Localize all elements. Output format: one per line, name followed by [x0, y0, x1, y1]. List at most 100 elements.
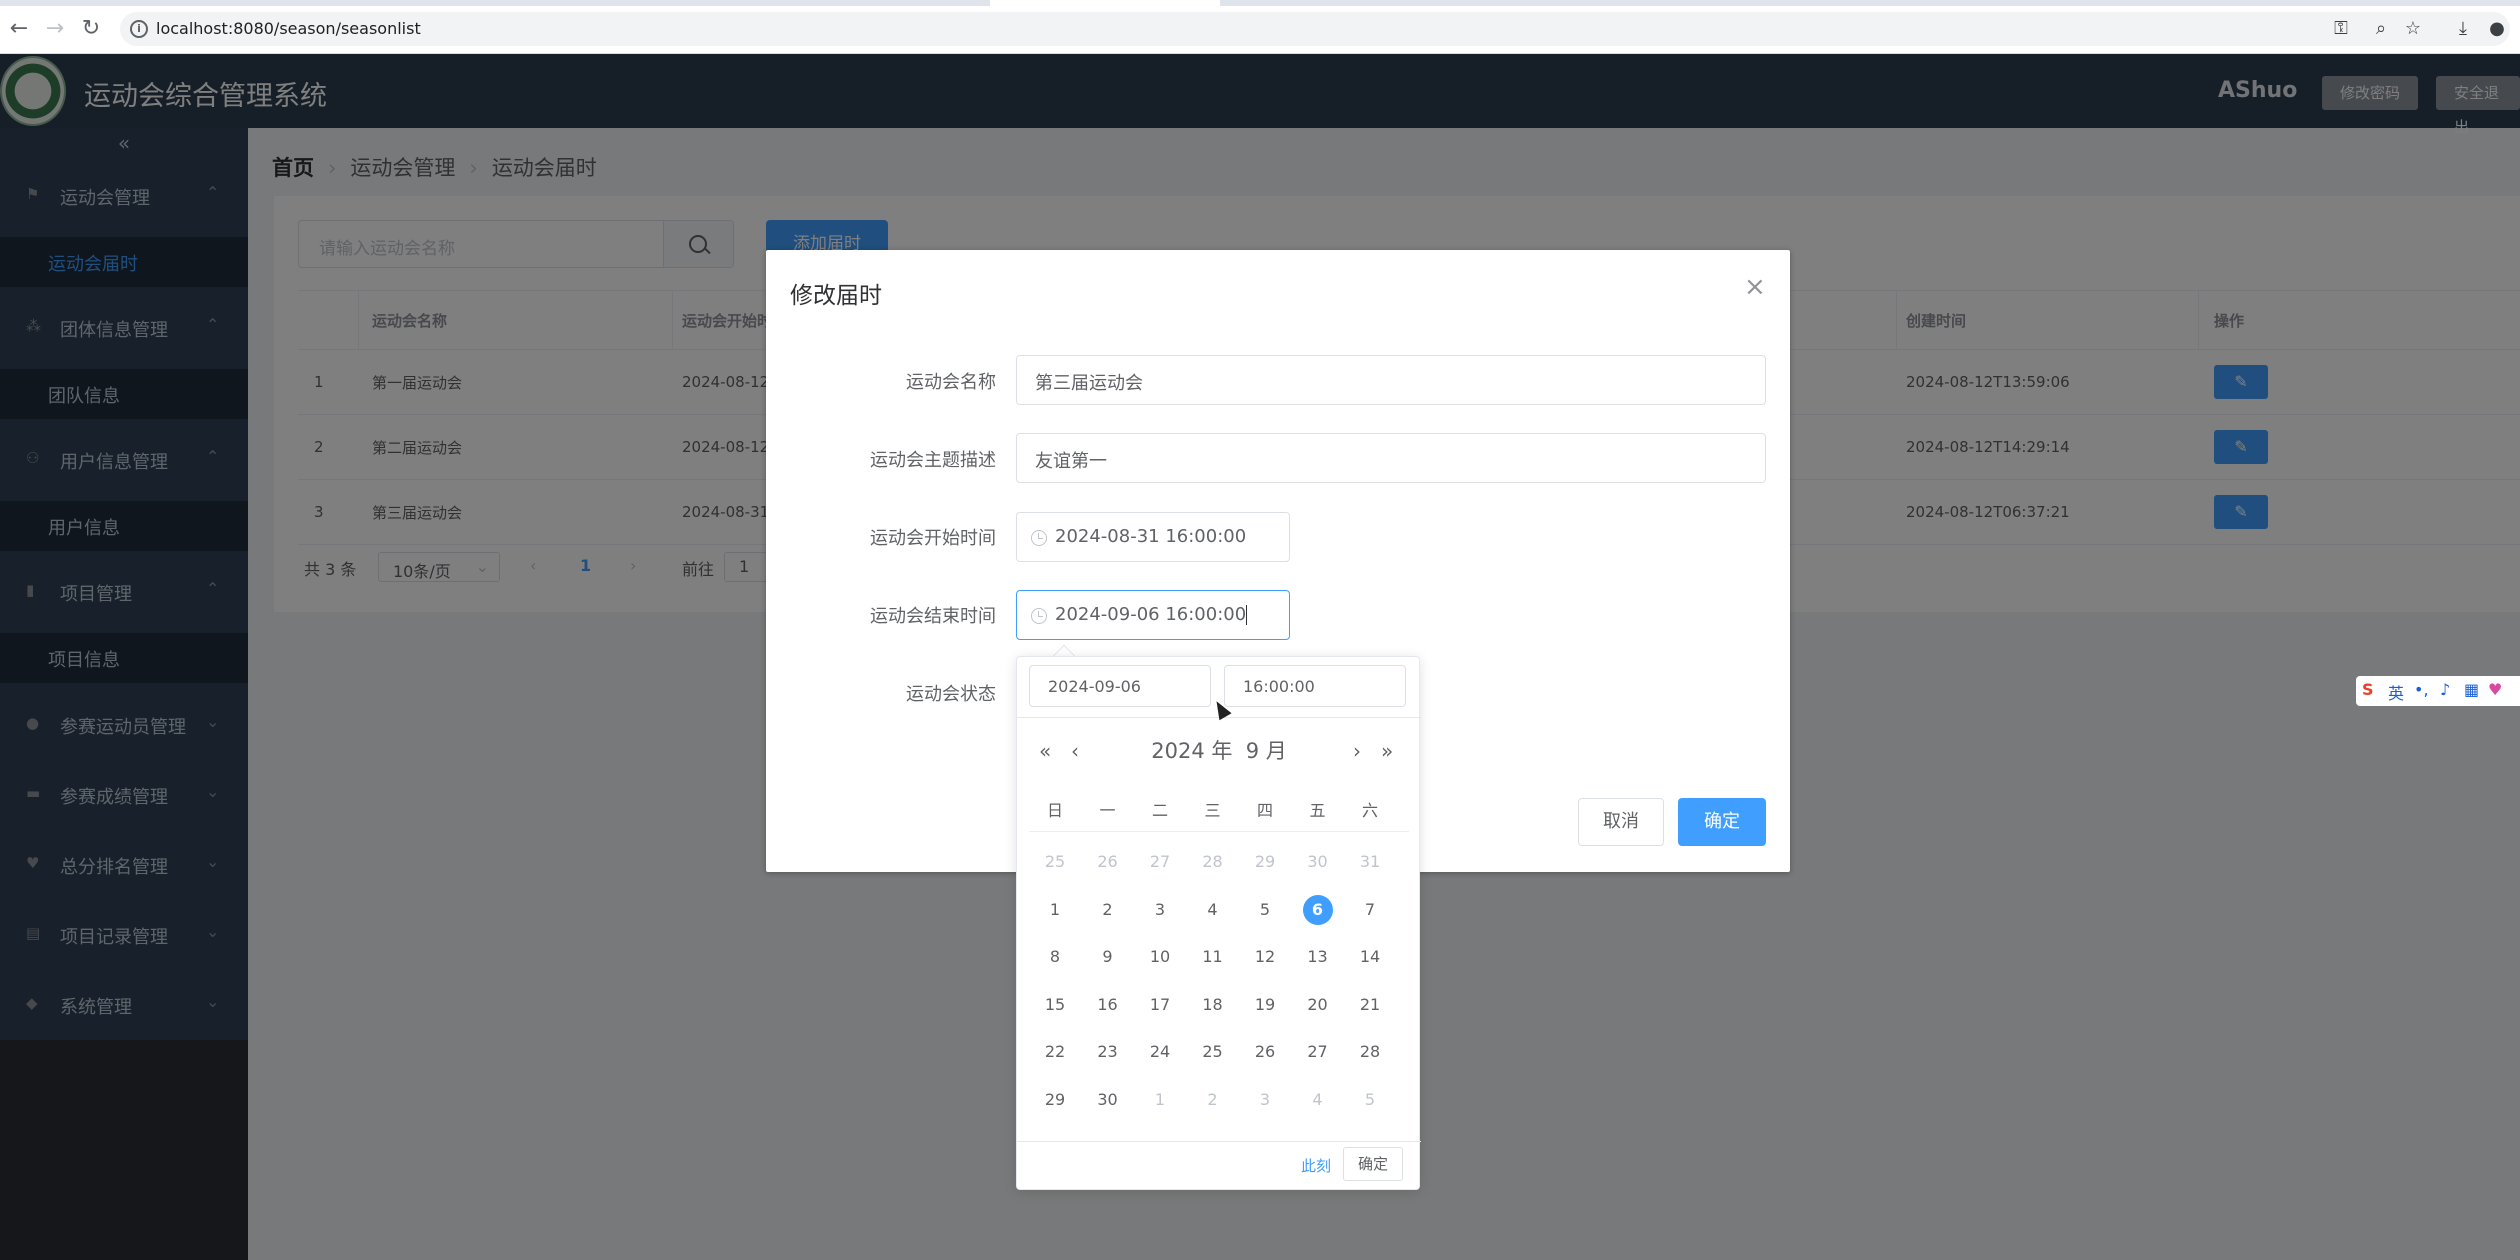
- active-browser-tab[interactable]: [990, 0, 1220, 6]
- download-icon[interactable]: ⤓: [2452, 18, 2474, 40]
- calendar-day[interactable]: 9: [1082, 942, 1134, 972]
- calendar-day[interactable]: 25: [1029, 847, 1081, 877]
- calendar-day[interactable]: 17: [1134, 990, 1186, 1020]
- forward-icon[interactable]: →: [42, 16, 68, 42]
- picker-date-input[interactable]: 2024-09-06: [1029, 665, 1211, 707]
- calendar-day[interactable]: 5: [1239, 895, 1291, 925]
- close-icon[interactable]: ×: [1744, 272, 1766, 302]
- calendar-day[interactable]: 1: [1134, 1085, 1186, 1115]
- calendar-day[interactable]: 21: [1344, 990, 1396, 1020]
- cancel-button[interactable]: 取消: [1578, 798, 1664, 846]
- calendar-day-label: 15: [1044, 994, 1066, 1014]
- weekday-label: 日: [1046, 801, 1063, 820]
- calendar-day[interactable]: 29: [1029, 1085, 1081, 1115]
- calendar-day[interactable]: 7: [1344, 895, 1396, 925]
- calendar-day[interactable]: 10: [1134, 942, 1186, 972]
- calendar-day[interactable]: 3: [1239, 1085, 1291, 1115]
- calendar-day[interactable]: 23: [1082, 1037, 1134, 1067]
- calendar-day[interactable]: 13: [1292, 942, 1344, 972]
- picker-month[interactable]: 9 月: [1246, 739, 1287, 763]
- calendar-day[interactable]: 2: [1082, 895, 1134, 925]
- calendar-day[interactable]: 14: [1344, 942, 1396, 972]
- key-icon[interactable]: ⚿: [2330, 18, 2352, 40]
- star-icon[interactable]: ☆: [2402, 18, 2424, 40]
- site-info-icon[interactable]: i: [130, 20, 148, 38]
- calendar-day[interactable]: 12: [1239, 942, 1291, 972]
- calendar-day[interactable]: 6: [1292, 894, 1344, 925]
- calendar-day[interactable]: 5: [1344, 1085, 1396, 1115]
- calendar-day[interactable]: 26: [1239, 1037, 1291, 1067]
- start-time-input[interactable]: 2024-08-31 16:00:00: [1016, 512, 1290, 562]
- calendar-day[interactable]: 11: [1187, 942, 1239, 972]
- confirm-button[interactable]: 确定: [1678, 798, 1766, 846]
- season-name-input[interactable]: 第三届运动会: [1016, 355, 1766, 405]
- ime-punct-icon[interactable]: •,: [2414, 680, 2429, 699]
- weekday-label: 六: [1361, 801, 1378, 820]
- name-label: 运动会名称: [906, 372, 996, 393]
- calendar-day[interactable]: 27: [1292, 1037, 1344, 1067]
- calendar-day[interactable]: 16: [1082, 990, 1134, 1020]
- calendar-day-label: 1: [1049, 899, 1061, 919]
- calendar-day[interactable]: 28: [1344, 1037, 1396, 1067]
- calendar-day[interactable]: 4: [1187, 895, 1239, 925]
- picker-year[interactable]: 2024 年: [1151, 739, 1232, 763]
- dialog-title: 修改届时: [790, 283, 882, 309]
- calendar-day[interactable]: 24: [1134, 1037, 1186, 1067]
- browser-toolbar: ← → ↻ i localhost:8080/season/seasonlist…: [0, 0, 2520, 54]
- calendar-day-label: 11: [1202, 947, 1223, 966]
- profile-icon[interactable]: ●: [2486, 18, 2508, 40]
- calendar-day-label: 28: [1202, 852, 1223, 871]
- calendar-day[interactable]: 30: [1082, 1085, 1134, 1115]
- calendar-day-label: 12: [1254, 947, 1276, 966]
- calendar-day[interactable]: 3: [1134, 895, 1186, 925]
- end-time-input[interactable]: 2024-09-06 16:00:00: [1016, 590, 1290, 640]
- calendar-day[interactable]: 26: [1082, 847, 1134, 877]
- address-bar[interactable]: i localhost:8080/season/seasonlist: [120, 12, 2510, 46]
- next-year-icon[interactable]: »: [1381, 739, 1393, 763]
- skin-icon[interactable]: ♥: [2488, 680, 2502, 699]
- keyboard-icon[interactable]: ▦: [2464, 680, 2479, 699]
- calendar-day-label: 3: [1154, 899, 1166, 919]
- zoom-icon[interactable]: ⌕: [2370, 18, 2392, 40]
- weekday-label: 三: [1204, 801, 1221, 820]
- reload-icon[interactable]: ↻: [78, 16, 104, 42]
- next-month-icon[interactable]: ›: [1353, 739, 1361, 763]
- calendar-day[interactable]: 31: [1344, 847, 1396, 877]
- calendar-day-label: 7: [1364, 899, 1376, 919]
- calendar-day-label: 19: [1254, 994, 1276, 1014]
- calendar-day-label: 28: [1359, 1042, 1381, 1061]
- microphone-icon[interactable]: ♪: [2440, 680, 2450, 699]
- season-theme-input[interactable]: 友谊第一: [1016, 433, 1766, 483]
- calendar-day[interactable]: 30: [1292, 847, 1344, 877]
- picker-time-input[interactable]: 16:00:00: [1224, 665, 1406, 707]
- picker-footer-divider: [1017, 1141, 1421, 1142]
- picker-confirm-button[interactable]: 确定: [1343, 1147, 1403, 1181]
- calendar-day-label: 24: [1149, 1042, 1171, 1061]
- calendar-day[interactable]: 4: [1292, 1085, 1344, 1115]
- calendar-day-label: 26: [1097, 852, 1118, 871]
- season-name-value: 第三届运动会: [1035, 373, 1143, 394]
- picker-now-button[interactable]: 此刻: [1301, 1155, 1331, 1176]
- calendar-day-label: 25: [1044, 852, 1066, 871]
- sogou-icon[interactable]: S: [2362, 680, 2374, 699]
- calendar-day[interactable]: 18: [1187, 990, 1239, 1020]
- calendar-day-label: 4: [1312, 1089, 1323, 1109]
- ime-lang-icon[interactable]: 英: [2388, 680, 2404, 704]
- end-time-value: 2024-09-06 16:00:00: [1055, 604, 1248, 625]
- calendar-day[interactable]: 28: [1187, 847, 1239, 877]
- calendar-day-label: 9: [1102, 947, 1113, 966]
- picker-weekday-line: [1029, 831, 1409, 832]
- back-icon[interactable]: ←: [6, 16, 32, 42]
- calendar-day[interactable]: 8: [1029, 942, 1081, 972]
- calendar-day[interactable]: 19: [1239, 990, 1291, 1020]
- calendar-day-label: 17: [1149, 994, 1171, 1014]
- calendar-day[interactable]: 27: [1134, 847, 1186, 877]
- calendar-day[interactable]: 25: [1187, 1037, 1239, 1067]
- calendar-day[interactable]: 1: [1029, 895, 1081, 925]
- calendar-day[interactable]: 29: [1239, 847, 1291, 877]
- calendar-day[interactable]: 2: [1187, 1085, 1239, 1115]
- calendar-day[interactable]: 15: [1029, 990, 1081, 1020]
- calendar-day[interactable]: 20: [1292, 990, 1344, 1020]
- calendar-day[interactable]: 22: [1029, 1037, 1081, 1067]
- url-text: localhost:8080/season/seasonlist: [156, 19, 421, 38]
